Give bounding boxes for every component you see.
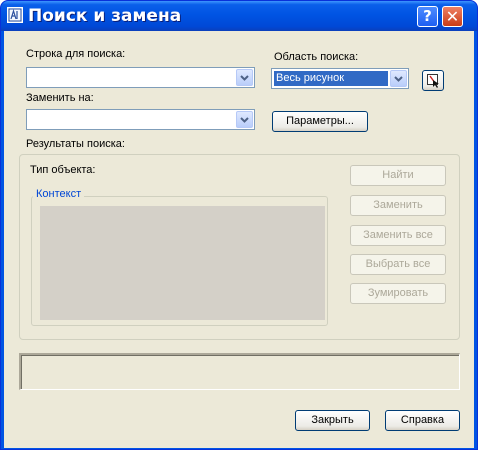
select-objects-icon	[427, 74, 439, 88]
find-label: Строка для поиска:	[26, 48, 126, 60]
scope-dropdown-button[interactable]	[390, 70, 407, 87]
close-button[interactable]: Закрыть	[295, 410, 370, 431]
title-bar[interactable]: Поиск и замена ? ✕	[1, 1, 477, 31]
app-icon	[7, 7, 23, 23]
chevron-down-icon	[394, 76, 403, 82]
find-dropdown-button[interactable]	[236, 69, 253, 86]
options-button[interactable]: Параметры...	[272, 111, 368, 132]
chevron-down-icon	[240, 117, 249, 123]
zoom-button[interactable]: Зумировать	[350, 283, 446, 304]
dialog-title: Поиск и замена	[28, 6, 182, 26]
help-button[interactable]: Справка	[385, 410, 460, 431]
scope-label: Область поиска:	[274, 51, 359, 63]
status-area	[19, 353, 460, 390]
replace-label: Заменить на:	[26, 92, 94, 104]
dialog-body: Строка для поиска: Заменить на: Область …	[4, 31, 474, 448]
scope-combobox[interactable]: Весь рисунок	[271, 68, 409, 89]
find-combobox[interactable]	[26, 67, 255, 88]
replace-dropdown-button[interactable]	[236, 111, 253, 128]
close-title-button[interactable]: ✕	[442, 6, 463, 27]
find-input[interactable]	[29, 70, 234, 85]
select-all-button[interactable]: Выбрать все	[350, 254, 446, 275]
context-preview	[40, 206, 325, 320]
replace-all-button[interactable]: Заменить все	[350, 225, 446, 246]
select-objects-button[interactable]	[422, 70, 444, 91]
context-label: Контекст	[33, 188, 85, 200]
replace-input[interactable]	[29, 112, 234, 127]
help-title-button[interactable]: ?	[417, 6, 438, 27]
results-label: Результаты поиска:	[26, 138, 125, 150]
replace-button[interactable]: Заменить	[350, 195, 446, 216]
scope-selected-value[interactable]: Весь рисунок	[274, 71, 388, 86]
find-replace-dialog: Поиск и замена ? ✕ Строка для поиска: За…	[0, 0, 478, 450]
find-button[interactable]: Найти	[350, 165, 446, 186]
object-type-label: Тип объекта:	[30, 164, 96, 176]
replace-combobox[interactable]	[26, 109, 255, 130]
chevron-down-icon	[240, 75, 249, 81]
